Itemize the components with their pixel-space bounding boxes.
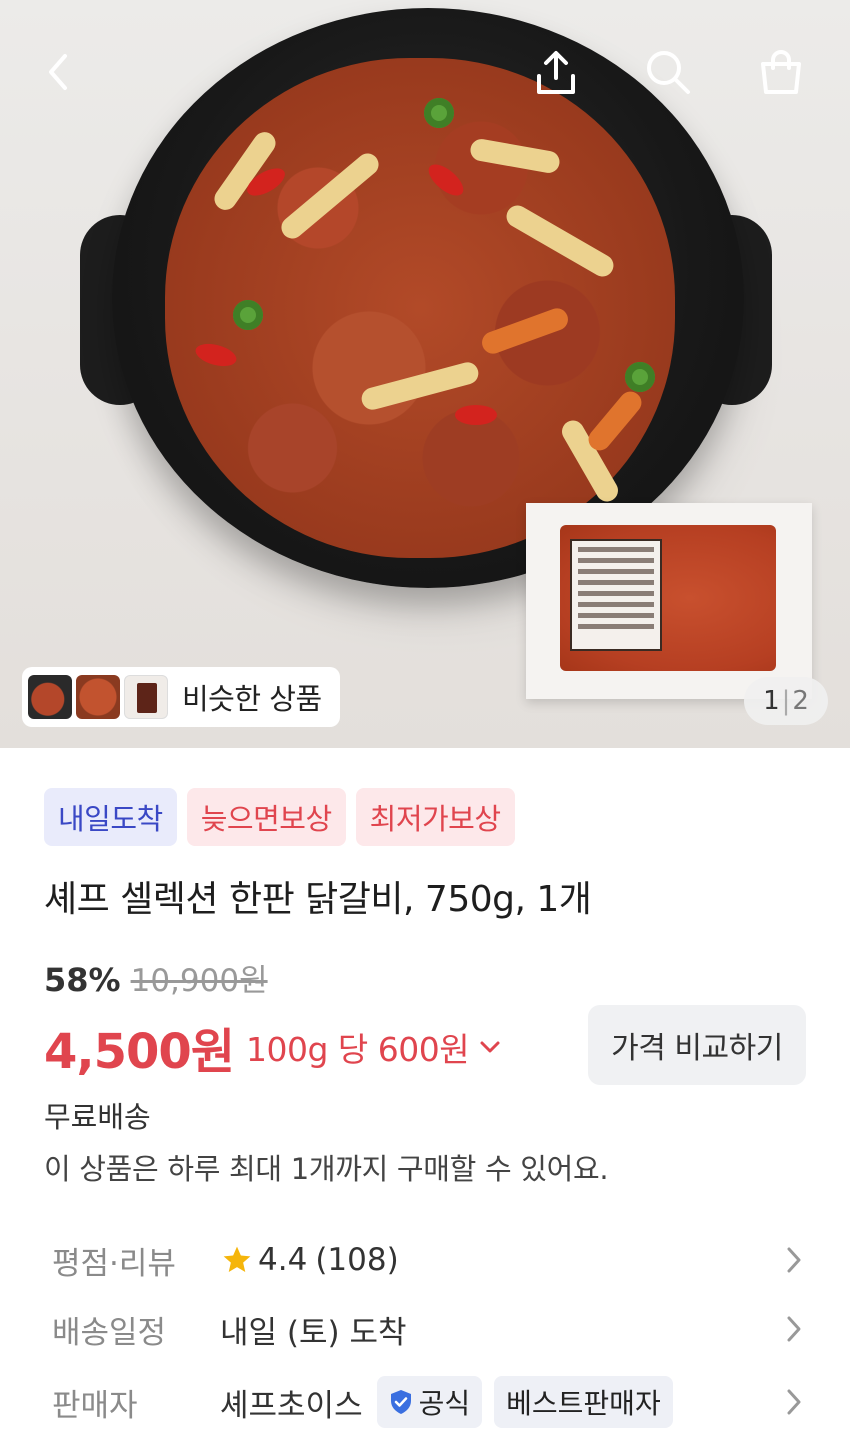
food-chili — [455, 405, 497, 425]
seller-label: 판매자 — [52, 1387, 138, 1424]
food-green-pepper — [625, 362, 655, 392]
search-icon — [647, 51, 690, 94]
share-button[interactable] — [528, 44, 584, 100]
star-icon — [220, 1244, 254, 1276]
similar-product-thumb — [76, 675, 120, 719]
package-photo — [560, 525, 776, 671]
delivery-schedule-label: 배송일정 — [52, 1314, 167, 1351]
image-page-counter: 1 | 2 — [744, 677, 828, 725]
chevron-right-icon — [786, 1388, 802, 1420]
page-separator: | — [781, 686, 791, 716]
chevron-down-icon — [480, 1041, 500, 1053]
back-button[interactable] — [30, 44, 86, 100]
verified-shield-icon — [390, 1390, 411, 1414]
delivery-schedule-value: 내일 (토) 도착 — [220, 1314, 407, 1351]
package-thumbnail — [526, 503, 812, 699]
total-pages: 2 — [792, 686, 809, 716]
share-icon — [537, 51, 575, 94]
purchase-limit-notice: 이 상품은 하루 최대 1개까지 구매할 수 있어요. — [44, 1152, 609, 1186]
rating-review-label: 평점·리뷰 — [52, 1245, 176, 1282]
chevron-right-icon — [786, 1246, 802, 1278]
unit-price[interactable]: 100g 당 600원 — [246, 1023, 470, 1071]
current-page: 1 — [763, 686, 780, 716]
unit-price-toggle[interactable] — [479, 1040, 501, 1054]
badge-lowest-price-guarantee[interactable]: 최저가보상 — [355, 788, 515, 846]
package-label — [570, 539, 662, 651]
badge-late-compensation[interactable]: 늦으면보상 — [186, 788, 346, 846]
rating-review-row[interactable]: 평점·리뷰 4.4 (108) — [52, 1230, 812, 1290]
similar-product-thumb — [28, 675, 72, 719]
sale-price: 4,500원 — [44, 1024, 235, 1080]
food-green-pepper — [233, 300, 263, 330]
cart-button[interactable] — [753, 44, 809, 100]
best-seller-badge: 베스트판매자 — [494, 1376, 673, 1428]
discount-row: 58% 10,900원 — [44, 955, 268, 1000]
review-count: (108) — [315, 1242, 399, 1278]
rating-score: 4.4 — [258, 1242, 308, 1278]
delivery-schedule-row[interactable]: 배송일정 내일 (토) 도착 — [52, 1299, 812, 1359]
seller-value: 셰프초이스 공식 베스트판매자 — [220, 1376, 673, 1428]
chevron-right-icon — [786, 1315, 802, 1347]
seller-name: 셰프초이스 — [220, 1387, 363, 1424]
price-compare-button[interactable]: 가격 비교하기 — [588, 1005, 806, 1085]
official-badge-label: 공식 — [418, 1387, 471, 1420]
similar-product-thumb — [124, 675, 168, 719]
badge-tomorrow-arrival[interactable]: 내일도착 — [44, 788, 177, 846]
similar-products-label: 비슷한 상품 — [182, 682, 322, 716]
free-shipping: 무료배송 — [44, 1100, 151, 1134]
search-button[interactable] — [640, 44, 696, 100]
seller-row[interactable]: 판매자 셰프초이스 공식 베스트판매자 — [52, 1372, 812, 1432]
rating-review-value: 4.4 (108) — [220, 1242, 399, 1278]
official-badge: 공식 — [376, 1376, 483, 1428]
original-price: 10,900원 — [130, 963, 268, 999]
product-title: 셰프 셀렉션 한판 닭갈비, 750g, 1개 — [44, 879, 592, 920]
shopping-bag-icon — [761, 50, 801, 94]
food-green-pepper — [424, 98, 454, 128]
product-image-carousel[interactable]: 비슷한 상품 1 | 2 — [0, 0, 850, 748]
discount-rate: 58% — [44, 961, 121, 999]
similar-products-button[interactable]: 비슷한 상품 — [22, 667, 340, 727]
chevron-left-icon — [49, 54, 67, 90]
delivery-badges: 내일도착 늦으면보상 최저가보상 — [44, 788, 515, 846]
price-row: 4,500원 100g 당 600원 — [44, 1012, 501, 1082]
